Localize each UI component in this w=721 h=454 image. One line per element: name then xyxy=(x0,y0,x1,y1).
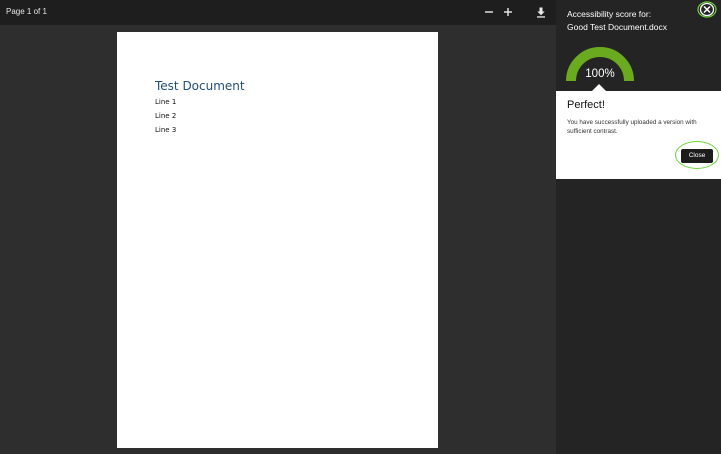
panel-document-name: Good Test Document.docx xyxy=(567,21,668,32)
download-icon xyxy=(537,7,545,18)
score-value: 100% xyxy=(585,68,615,80)
close-button[interactable]: Close xyxy=(681,149,713,163)
close-circle-icon xyxy=(697,1,717,18)
plus-icon xyxy=(504,8,512,16)
card-pointer xyxy=(592,84,606,91)
accessibility-panel: Accessibility score for: Good Test Docum… xyxy=(556,0,721,454)
panel-title: Accessibility score for: Good Test Docum… xyxy=(567,8,697,33)
panel-title-label: Accessibility score for: xyxy=(567,9,652,19)
minus-icon xyxy=(485,11,493,13)
document-page: Test Document Line 1 Line 2 Line 3 xyxy=(117,32,438,448)
document-line: Line 3 xyxy=(155,126,177,134)
zoom-out-button[interactable] xyxy=(480,3,498,21)
close-panel-button[interactable] xyxy=(697,1,717,18)
document-title: Test Document xyxy=(155,79,245,93)
document-line: Line 2 xyxy=(155,112,177,120)
page-indicator: Page 1 of 1 xyxy=(6,7,47,16)
document-viewer: Page 1 of 1 Test Document Line 1 Line 2 … xyxy=(0,0,556,454)
result-message: You have successfully uploaded a version… xyxy=(567,119,697,135)
result-card: Perfect! You have successfully uploaded … xyxy=(556,91,721,179)
viewer-toolbar: Page 1 of 1 xyxy=(0,0,556,25)
result-heading: Perfect! xyxy=(567,99,605,111)
document-line: Line 1 xyxy=(155,98,177,106)
zoom-in-button[interactable] xyxy=(499,3,517,21)
download-button[interactable] xyxy=(532,3,550,21)
